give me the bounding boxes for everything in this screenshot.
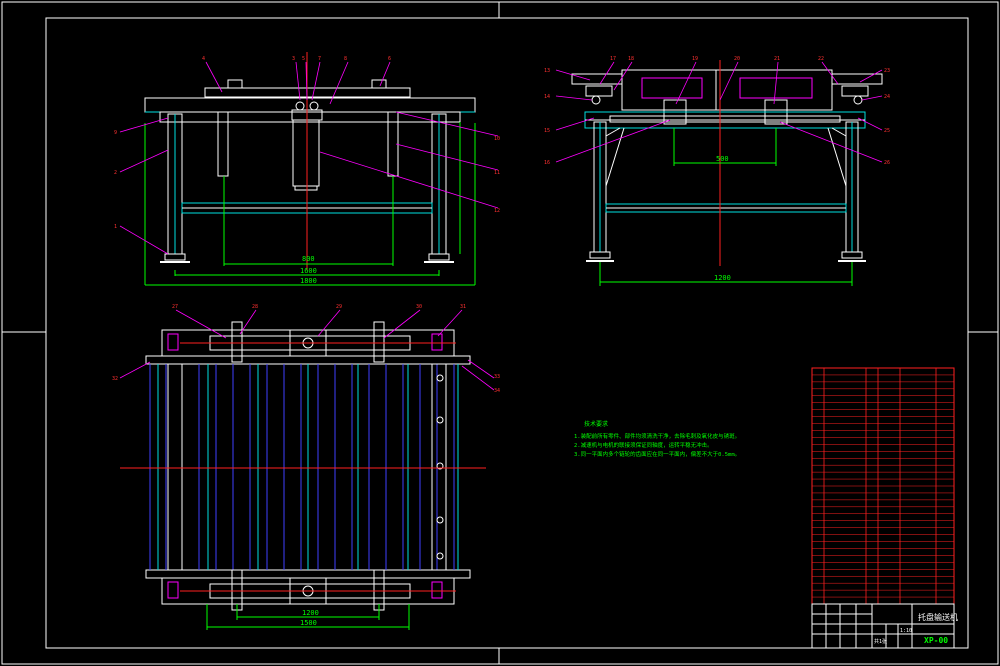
scale-value: 1:10 xyxy=(900,628,912,634)
svg-text:1: 1 xyxy=(114,224,117,230)
notes-heading: 技术要求 xyxy=(584,420,608,428)
svg-text:21: 21 xyxy=(774,56,780,62)
svg-text:33: 33 xyxy=(494,374,500,380)
svg-text:19: 19 xyxy=(692,56,698,62)
dim-plan-outer: 1500 xyxy=(300,619,317,627)
title-block: 托盘输送机 1:10 共1张 XP-00 xyxy=(811,603,958,649)
svg-text:24: 24 xyxy=(884,94,890,100)
dim-front-overall: 1800 xyxy=(300,277,317,285)
centering-marks xyxy=(2,2,998,664)
svg-text:30: 30 xyxy=(416,304,422,310)
notes-line-1: 1.装配前所有零件、部件均须清洗干净，去除毛刺及氧化皮与锈斑。 xyxy=(574,432,740,440)
svg-text:34: 34 xyxy=(494,388,500,394)
outer-frame xyxy=(1,1,999,665)
dim-side-overall: 1200 xyxy=(714,274,731,282)
plan-view: 1200 1500 27 28 29 30 31 32 33 34 xyxy=(112,304,500,630)
svg-text:9: 9 xyxy=(114,130,117,136)
svg-text:29: 29 xyxy=(336,304,342,310)
dim-front-inner: 800 xyxy=(302,255,315,263)
svg-text:25: 25 xyxy=(884,128,890,134)
notes-line-3: 3.同一平面内多个链轮的齿面应在同一平面内，偏差不大于0.5mm。 xyxy=(574,450,740,458)
dim-plan-inner: 1200 xyxy=(302,609,319,617)
svg-text:14: 14 xyxy=(544,94,550,100)
svg-text:32: 32 xyxy=(112,376,118,382)
dim-front-width: 1600 xyxy=(300,267,317,275)
svg-text:3: 3 xyxy=(292,56,295,62)
svg-text:11: 11 xyxy=(494,170,500,176)
svg-text:23: 23 xyxy=(884,68,890,74)
svg-text:5: 5 xyxy=(302,56,305,62)
svg-text:27: 27 xyxy=(172,304,178,310)
svg-text:15: 15 xyxy=(544,128,550,134)
svg-text:2: 2 xyxy=(114,170,117,176)
notes-line-2: 2.减速机与电机的联接须保证同轴度，运转平稳无冲击。 xyxy=(574,441,713,449)
parts-list xyxy=(811,367,955,605)
dim-side-rail: 500 xyxy=(716,155,729,163)
drawing-title: 托盘输送机 xyxy=(918,612,958,622)
svg-text:12: 12 xyxy=(494,208,500,214)
svg-text:20: 20 xyxy=(734,56,740,62)
svg-text:13: 13 xyxy=(544,68,550,74)
svg-text:16: 16 xyxy=(544,160,550,166)
svg-text:26: 26 xyxy=(884,160,890,166)
front-view: 800 1600 1800 4 3 5 7 8 6 9 2 1 10 11 12 xyxy=(114,52,500,286)
sheet-count: 共1张 xyxy=(874,638,887,645)
cad-drawing-sheet: 800 1600 1800 435 786 921 101112 500 120… xyxy=(1,1,999,665)
svg-text:31: 31 xyxy=(460,304,466,310)
technical-notes: 技术要求 1.装配前所有零件、部件均须清洗干净，去除毛刺及氧化皮与锈斑。 2.减… xyxy=(574,420,740,458)
svg-text:10: 10 xyxy=(494,136,500,142)
svg-text:4: 4 xyxy=(202,56,205,62)
svg-text:17: 17 xyxy=(610,56,616,62)
svg-text:22: 22 xyxy=(818,56,824,62)
svg-text:6: 6 xyxy=(388,56,391,62)
svg-text:7: 7 xyxy=(318,56,321,62)
svg-text:18: 18 xyxy=(628,56,634,62)
svg-text:8: 8 xyxy=(344,56,347,62)
svg-text:28: 28 xyxy=(252,304,258,310)
drawing-number: XP-00 xyxy=(924,636,948,645)
side-view: 500 1200 13 14 15 16 17 18 19 20 21 22 23 24 25 26 xyxy=(544,56,890,286)
